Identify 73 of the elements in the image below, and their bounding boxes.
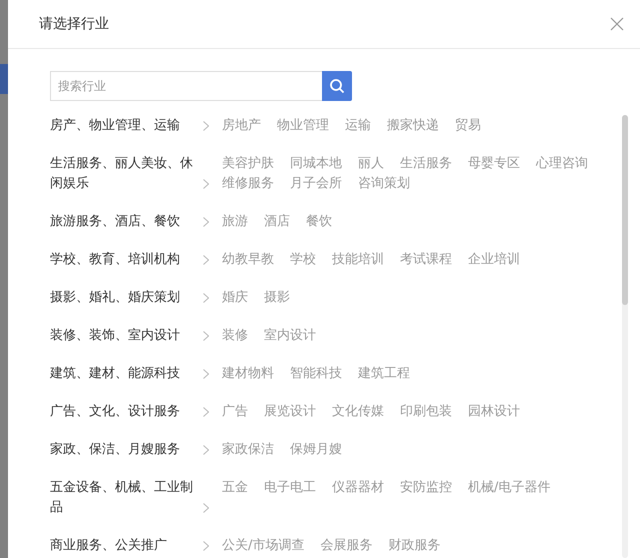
subcategory-link[interactable]: 广告 bbox=[222, 402, 248, 422]
subcategory-link[interactable]: 展览设计 bbox=[264, 402, 316, 422]
subcategory-link[interactable]: 房地产 bbox=[222, 116, 261, 136]
category-label[interactable]: 商业服务、公关推广 bbox=[50, 536, 193, 556]
chevron-right-icon bbox=[203, 445, 209, 455]
search-button[interactable] bbox=[322, 71, 352, 101]
scrollbar-thumb[interactable] bbox=[622, 115, 628, 305]
subcategory-link[interactable]: 摄影 bbox=[264, 288, 290, 308]
category-label[interactable]: 装修、装饰、室内设计 bbox=[50, 326, 193, 346]
subcategory-link[interactable]: 智能科技 bbox=[290, 364, 342, 384]
subcategory-link[interactable]: 物业管理 bbox=[277, 116, 329, 136]
subcategory-link[interactable]: 学校 bbox=[290, 250, 316, 270]
subcategory-link[interactable]: 心理咨询 bbox=[536, 154, 588, 174]
subcategory-link[interactable]: 咨询策划 bbox=[358, 174, 410, 194]
category-label[interactable]: 家政、保洁、月嫂服务 bbox=[50, 440, 193, 460]
search-field[interactable]: 搜索行业 bbox=[50, 71, 322, 101]
subcategory-link[interactable]: 建材物料 bbox=[222, 364, 274, 384]
chevron-right-icon bbox=[203, 255, 209, 265]
subcategory-link[interactable]: 搬家快递 bbox=[387, 116, 439, 136]
category-label[interactable]: 学校、教育、培训机构 bbox=[50, 250, 193, 270]
subcategory-link[interactable]: 室内设计 bbox=[264, 326, 316, 346]
subcategory-link[interactable]: 运输 bbox=[345, 116, 371, 136]
subcategory-link[interactable]: 母婴专区 bbox=[468, 154, 520, 174]
search-icon bbox=[329, 78, 345, 94]
chevron-right-icon bbox=[203, 179, 209, 189]
subcategory-link[interactable]: 企业培训 bbox=[468, 250, 520, 270]
subcategory-link[interactable]: 贸易 bbox=[455, 116, 481, 136]
category-label[interactable]: 房产、物业管理、运输 bbox=[50, 116, 193, 136]
category-label[interactable]: 旅游服务、酒店、餐饮 bbox=[50, 212, 193, 232]
subcategory-link[interactable]: 同城本地 bbox=[290, 154, 342, 174]
subcategory-link[interactable]: 印刷包装 bbox=[400, 402, 452, 422]
background-panel bbox=[0, 64, 8, 94]
subcategory-link[interactable]: 丽人 bbox=[358, 154, 384, 174]
chevron-right-icon bbox=[203, 407, 209, 417]
subcategory-link[interactable]: 幼教早教 bbox=[222, 250, 274, 270]
subcategory-link[interactable]: 装修 bbox=[222, 326, 248, 346]
subcategory-link[interactable]: 园林设计 bbox=[468, 402, 520, 422]
chevron-right-icon bbox=[203, 541, 209, 551]
subcategory-link[interactable]: 公关/市场调查 bbox=[222, 536, 304, 556]
subcategory-link[interactable]: 机械/电子器件 bbox=[468, 478, 550, 518]
subcategory-link[interactable]: 建筑工程 bbox=[358, 364, 410, 384]
close-icon[interactable] bbox=[610, 17, 624, 31]
subcategory-link[interactable]: 文化传媒 bbox=[332, 402, 384, 422]
chevron-right-icon bbox=[203, 331, 209, 341]
subcategory-link[interactable]: 家政保洁 bbox=[222, 440, 274, 460]
subcategory-link[interactable]: 考试课程 bbox=[400, 250, 452, 270]
chevron-right-icon bbox=[203, 293, 209, 303]
subcategory-link[interactable]: 酒店 bbox=[264, 212, 290, 232]
subcategory-link[interactable]: 财政服务 bbox=[388, 536, 440, 556]
subcategory-link[interactable]: 安防监控 bbox=[400, 478, 452, 518]
subcategory-link[interactable]: 餐饮 bbox=[306, 212, 332, 232]
subcategory-link[interactable]: 月子会所 bbox=[290, 174, 342, 194]
chevron-right-icon bbox=[203, 369, 209, 379]
subcategory-link[interactable]: 五金 bbox=[222, 478, 248, 518]
subcategory-link[interactable]: 生活服务 bbox=[400, 154, 452, 174]
chevron-right-icon bbox=[203, 121, 209, 131]
subcategory-link[interactable]: 旅游 bbox=[222, 212, 248, 232]
chevron-right-icon bbox=[203, 503, 209, 513]
subcategory-link[interactable]: 电子电工 bbox=[264, 478, 316, 518]
subcategory-link[interactable]: 技能培训 bbox=[332, 250, 384, 270]
subcategory-link[interactable]: 婚庆 bbox=[222, 288, 248, 308]
subcategory-link[interactable]: 保姆月嫂 bbox=[290, 440, 342, 460]
subcategory-link[interactable]: 美容护肤 bbox=[222, 154, 274, 174]
dialog-title: 请选择行业 bbox=[39, 14, 109, 34]
subcategory-link[interactable]: 会展服务 bbox=[320, 536, 372, 556]
category-label[interactable]: 生活服务、丽人美妆、休闲娱乐 bbox=[50, 154, 193, 194]
category-label[interactable]: 五金设备、机械、工业制品 bbox=[50, 478, 193, 518]
category-label[interactable]: 建筑、建材、能源科技 bbox=[50, 364, 193, 384]
category-label[interactable]: 摄影、婚礼、婚庆策划 bbox=[50, 288, 193, 308]
subcategory-link[interactable]: 仪器器材 bbox=[332, 478, 384, 518]
category-label[interactable]: 广告、文化、设计服务 bbox=[50, 402, 193, 422]
subcategory-link[interactable]: 维修服务 bbox=[222, 174, 274, 194]
chevron-right-icon bbox=[203, 217, 209, 227]
